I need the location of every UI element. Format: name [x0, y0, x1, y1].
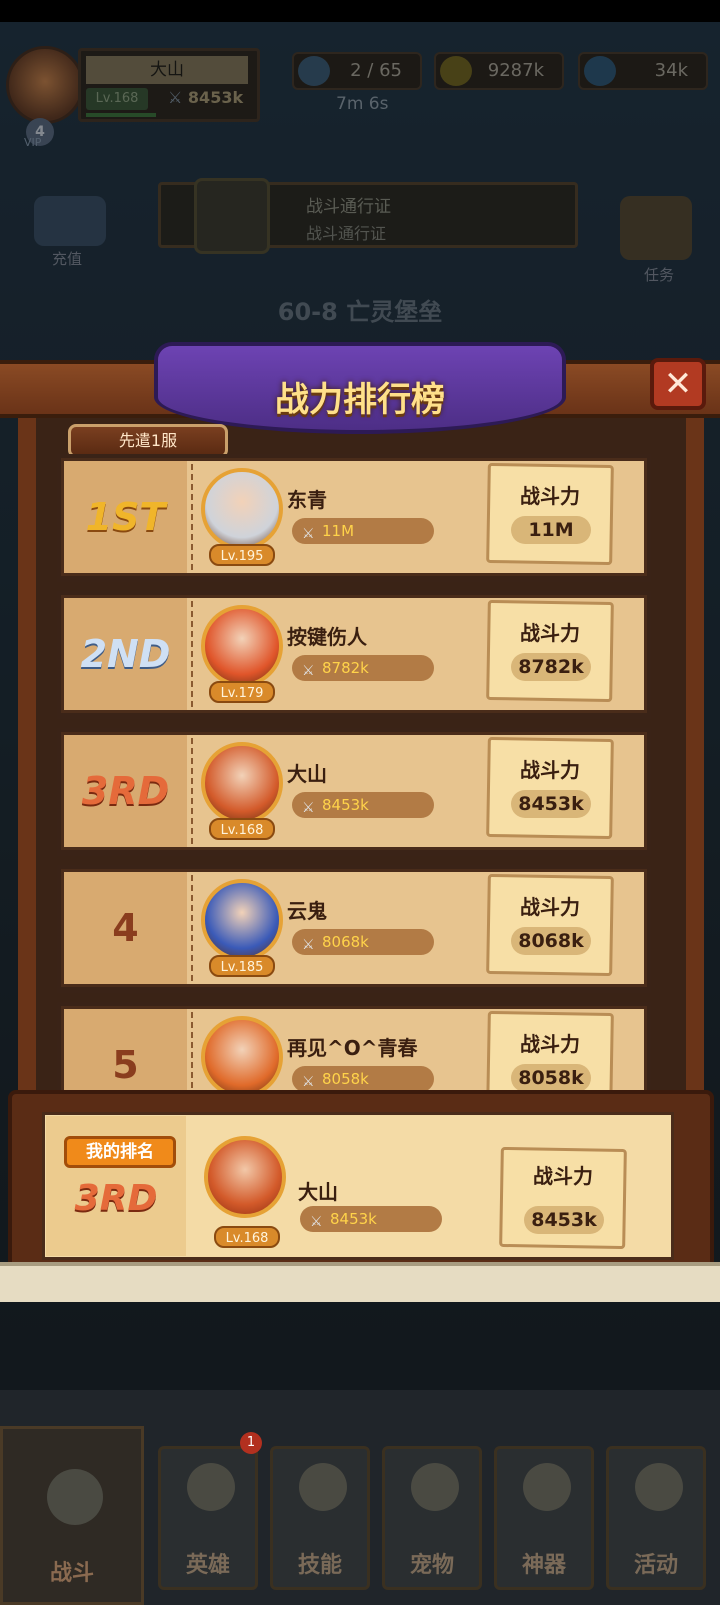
sword-icon: ⚔ — [310, 1214, 323, 1230]
notification-badge: 1 — [240, 1432, 262, 1454]
close-button[interactable]: ✕ — [650, 358, 706, 410]
helmet-icon — [187, 1463, 235, 1511]
tab-pets[interactable]: 宠物 — [382, 1446, 482, 1590]
ranking-row[interactable]: 4 Lv.185 云鬼 ⚔ 8068k 战斗力 8068k — [57, 865, 651, 993]
divider — [191, 464, 193, 570]
sword-icon: ⚔ — [302, 663, 315, 679]
power-note — [486, 873, 614, 977]
player-avatar[interactable] — [201, 1016, 283, 1098]
player-name: 再见^O^青春 — [287, 1036, 418, 1060]
my-power-bar: ⚔ 8453k — [300, 1206, 442, 1232]
player-level: Lv.168 — [209, 818, 275, 840]
tab-artifacts-label: 神器 — [521, 1553, 566, 1578]
tab-events[interactable]: 活动 — [606, 1446, 706, 1590]
power-label: 战斗力 — [520, 621, 580, 645]
tab-battle-label: 战斗 — [49, 1561, 94, 1586]
tab-battle[interactable]: 战斗 — [0, 1426, 144, 1605]
my-level: Lv.168 — [214, 1226, 280, 1248]
player-power-bar: ⚔ 8453k — [292, 792, 434, 818]
power-value: 8453k — [511, 790, 591, 818]
power-label: 战斗力 — [520, 1032, 580, 1056]
server-tag[interactable]: 先遣1服 — [68, 424, 228, 458]
status-bar — [0, 0, 720, 22]
player-power-bar: ⚔ 8782k — [292, 655, 434, 681]
ranking-list[interactable]: 1ST Lv.195 东青 ⚔ 11M 战斗力 11M 2ND Lv.179 按键伤人 ⚔ 8782k… — [57, 454, 651, 1102]
close-icon: ✕ — [663, 364, 693, 404]
rank-number: 5 — [112, 1043, 139, 1087]
player-avatar[interactable] — [201, 742, 283, 824]
leaderboard-title: 战力排行榜 — [275, 380, 445, 420]
power-note — [486, 462, 614, 566]
player-power-bar: ⚔ 8058k — [292, 1066, 434, 1092]
crossed-swords-icon — [47, 1469, 103, 1525]
sword-icon: ⚔ — [302, 526, 315, 542]
player-level: Lv.195 — [209, 544, 275, 566]
player-avatar[interactable] — [201, 468, 283, 550]
my-power-label: 战斗力 — [533, 1164, 593, 1188]
sword-icon: ⚔ — [302, 937, 315, 953]
power-label: 战斗力 — [520, 758, 580, 782]
tab-pets-label: 宠物 — [409, 1553, 454, 1578]
power-note — [486, 599, 614, 703]
divider — [191, 1012, 193, 1102]
player-name: 按键伤人 — [287, 625, 367, 649]
power-value: 11M — [511, 516, 591, 544]
player-name: 东青 — [287, 488, 327, 512]
power-value: 8068k — [511, 927, 591, 955]
divider — [191, 875, 193, 981]
player-name: 云鬼 — [287, 899, 327, 923]
my-ranking-tag: 我的排名 — [64, 1136, 176, 1168]
pet-wings-icon — [411, 1463, 459, 1511]
horn-icon — [635, 1463, 683, 1511]
power-label: 战斗力 — [520, 484, 580, 508]
tab-heroes[interactable]: 英雄 — [158, 1446, 258, 1590]
power-value: 8058k — [511, 1064, 591, 1092]
my-avatar — [204, 1136, 286, 1218]
ranking-row[interactable]: 3RD Lv.168 大山 ⚔ 8453k 战斗力 8453k — [57, 728, 651, 856]
player-avatar[interactable] — [201, 605, 283, 687]
divider — [191, 738, 193, 844]
ranking-row[interactable]: 2ND Lv.179 按键伤人 ⚔ 8782k 战斗力 8782k — [57, 591, 651, 719]
player-avatar[interactable] — [201, 879, 283, 961]
tab-skills-label: 技能 — [297, 1553, 342, 1578]
ranking-row[interactable]: 1ST Lv.195 东青 ⚔ 11M 战斗力 11M — [57, 454, 651, 582]
ranking-row[interactable]: 5 再见^O^青春 ⚔ 8058k 战斗力 8058k — [57, 1002, 651, 1102]
tab-artifacts[interactable]: 神器 — [494, 1446, 594, 1590]
rank-number: 1ST — [85, 495, 166, 539]
divider — [191, 601, 193, 707]
my-rank-number: 3RD — [74, 1178, 158, 1219]
game-screen: 4 VIP 大山 Lv.168 ⚔ 8453k 2 / 65 7m 6s 928… — [0, 0, 720, 1605]
my-name: 大山 — [298, 1180, 338, 1204]
spellbook-icon — [299, 1463, 347, 1511]
player-power-bar: ⚔ 11M — [292, 518, 434, 544]
sword-icon: ⚔ — [302, 800, 315, 816]
tab-events-label: 活动 — [633, 1553, 678, 1578]
tab-skills[interactable]: 技能 — [270, 1446, 370, 1590]
power-value: 8782k — [511, 653, 591, 681]
shelf — [0, 1262, 720, 1302]
rank-number: 2ND — [80, 632, 171, 676]
artifact-crest-icon — [523, 1463, 571, 1511]
tab-heroes-label: 英雄 — [185, 1553, 230, 1578]
player-level: Lv.185 — [209, 955, 275, 977]
rank-number: 3RD — [81, 769, 170, 813]
power-label: 战斗力 — [520, 895, 580, 919]
player-name: 大山 — [287, 762, 327, 786]
my-power-value: 8453k — [524, 1206, 604, 1234]
rank-number: 4 — [112, 906, 139, 950]
player-level: Lv.179 — [209, 681, 275, 703]
power-note — [486, 736, 614, 840]
player-power-bar: ⚔ 8068k — [292, 929, 434, 955]
